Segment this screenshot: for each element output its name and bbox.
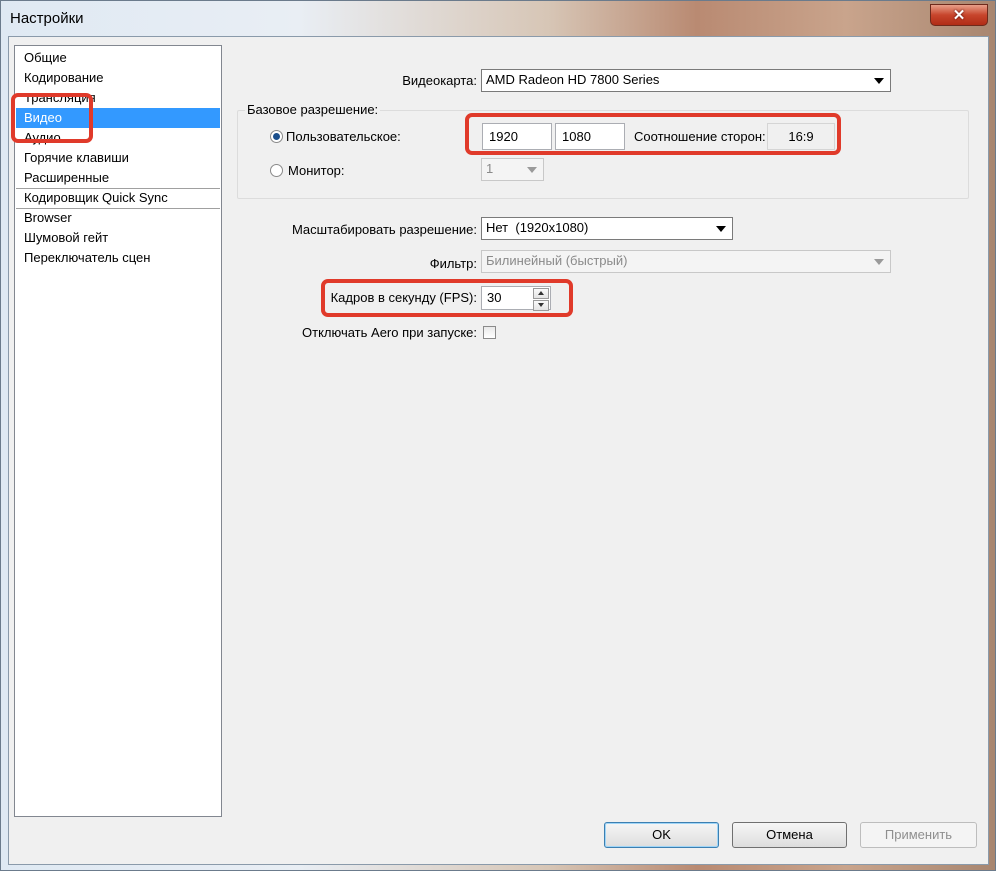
apply-button[interactable]: Применить xyxy=(860,822,977,848)
ok-button[interactable]: OK xyxy=(604,822,719,848)
title-bar[interactable]: Настройки ✕ xyxy=(1,1,995,36)
highlight-resolution xyxy=(465,113,841,155)
custom-resolution-label: Пользовательское: xyxy=(286,129,401,144)
disable-aero-label: Отключать Aero при запуске: xyxy=(302,325,477,340)
sidebar-item-browser[interactable]: Browser xyxy=(16,208,220,228)
gpu-label: Видеокарта: xyxy=(402,73,477,88)
sidebar-item-hotkeys[interactable]: Горячие клавиши xyxy=(16,148,220,168)
client-area: Общие Кодирование Трансляция Видео Аудио… xyxy=(8,36,989,865)
sidebar-item-advanced[interactable]: Расширенные xyxy=(16,168,220,188)
filter-select[interactable]: Билинейный (быстрый) xyxy=(481,250,891,273)
base-resolution-label: Базовое разрешение: xyxy=(245,102,381,117)
scale-resolution-select[interactable]: Нет (1920x1080) xyxy=(481,217,733,240)
window-title: Настройки xyxy=(10,10,84,27)
highlight-video-item xyxy=(11,93,93,143)
monitor-value: 1 xyxy=(486,161,494,176)
gpu-select[interactable]: AMD Radeon HD 7800 Series xyxy=(481,69,891,92)
gpu-value: AMD Radeon HD 7800 Series xyxy=(486,72,660,87)
chevron-down-icon xyxy=(874,78,884,84)
sidebar-item-quicksync[interactable]: Кодировщик Quick Sync xyxy=(16,188,220,208)
close-icon: ✕ xyxy=(952,7,966,24)
chevron-down-icon xyxy=(716,226,726,232)
sidebar-item-scene-switcher[interactable]: Переключатель сцен xyxy=(16,248,220,268)
settings-window: Настройки ✕ Общие Кодирование Трансляция… xyxy=(0,0,996,871)
monitor-label: Монитор: xyxy=(288,163,345,178)
chevron-down-icon xyxy=(527,167,537,173)
scale-resolution-value: Нет (1920x1080) xyxy=(486,220,589,235)
filter-label: Фильтр: xyxy=(429,256,477,271)
sidebar-item-encoding[interactable]: Кодирование xyxy=(16,68,220,88)
highlight-fps xyxy=(321,279,573,317)
disable-aero-checkbox[interactable] xyxy=(483,326,496,339)
sidebar-item-noise-gate[interactable]: Шумовой гейт xyxy=(16,228,220,248)
sidebar-item-general[interactable]: Общие xyxy=(16,48,220,68)
settings-sidebar: Общие Кодирование Трансляция Видео Аудио… xyxy=(14,45,222,817)
custom-resolution-radio[interactable] xyxy=(270,130,283,143)
chevron-down-icon xyxy=(874,259,884,265)
scale-resolution-label: Масштабировать разрешение: xyxy=(291,222,477,237)
monitor-select[interactable]: 1 xyxy=(481,158,544,181)
filter-value: Билинейный (быстрый) xyxy=(486,253,628,268)
monitor-radio[interactable] xyxy=(270,164,283,177)
close-button[interactable]: ✕ xyxy=(930,4,988,26)
cancel-button[interactable]: Отмена xyxy=(732,822,847,848)
